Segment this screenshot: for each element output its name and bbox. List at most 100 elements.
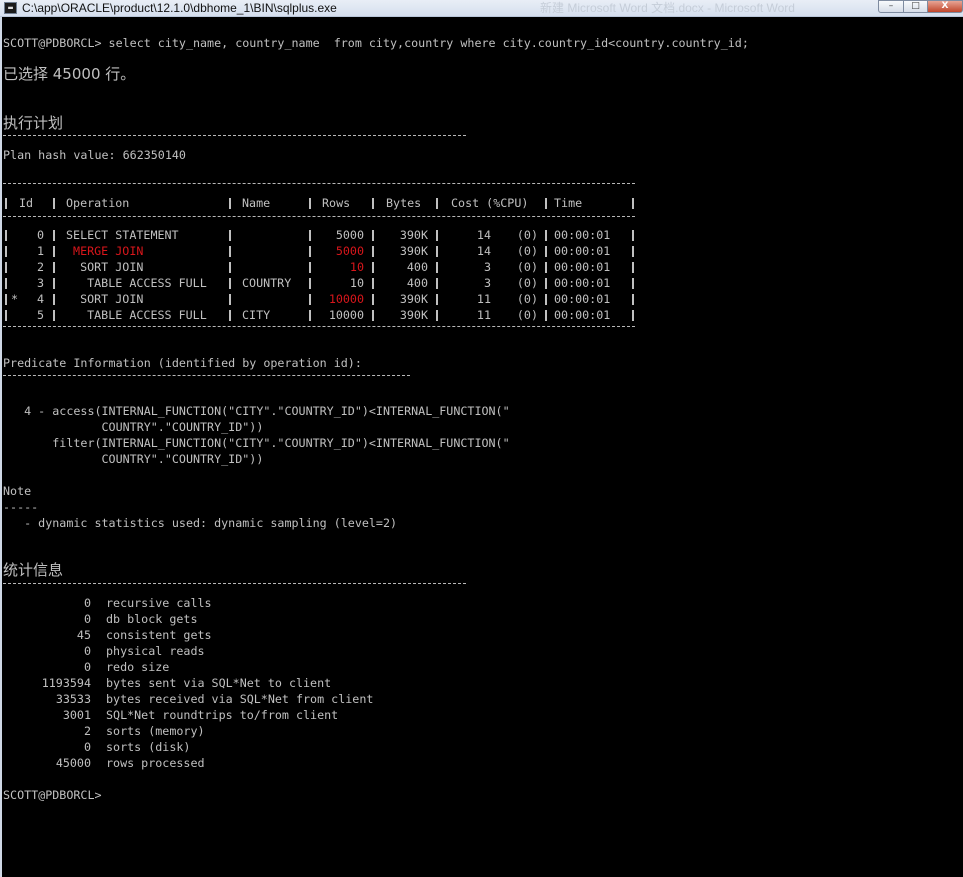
note-rule: ----- bbox=[3, 500, 39, 514]
predicate-heading: Predicate Information (identified by ope… bbox=[3, 356, 362, 370]
plan-header-id: Id bbox=[19, 196, 34, 210]
column-separator bbox=[229, 230, 231, 241]
plan-header-rows: Rows bbox=[322, 196, 351, 210]
column-separator bbox=[632, 262, 634, 273]
column-separator bbox=[229, 246, 231, 257]
plan-row-cost: 14 bbox=[476, 228, 491, 242]
plan-row-bytes: 390K bbox=[399, 244, 428, 258]
plan-header-name: Name bbox=[242, 196, 271, 210]
statistic-value: 0 bbox=[83, 660, 91, 674]
statistic-label: rows processed bbox=[106, 756, 205, 770]
column-separator bbox=[632, 294, 634, 305]
plan-row-rows: 10000 bbox=[328, 308, 364, 322]
column-separator bbox=[53, 246, 55, 257]
column-separator bbox=[545, 230, 547, 241]
column-separator bbox=[229, 278, 231, 289]
plan-row-rows: 10000 bbox=[328, 292, 364, 306]
plan-row-cost: 3 bbox=[483, 276, 491, 290]
column-separator bbox=[309, 198, 311, 209]
plan-row-time: 00:00:01 bbox=[554, 276, 611, 290]
predicate-line: COUNTRY"."COUNTRY_ID")) bbox=[3, 452, 264, 466]
console-app-icon: ▬ bbox=[4, 2, 17, 14]
minimize-button[interactable]: – bbox=[878, 0, 904, 13]
column-separator bbox=[436, 230, 438, 241]
column-separator bbox=[372, 262, 374, 273]
column-separator bbox=[229, 198, 231, 209]
column-separator bbox=[5, 278, 7, 289]
plan-row-id: 2 bbox=[36, 260, 44, 274]
column-separator bbox=[53, 310, 55, 321]
column-separator bbox=[309, 310, 311, 321]
plan-header-bytes: Bytes bbox=[386, 196, 422, 210]
plan-row-name: CITY bbox=[242, 308, 271, 322]
column-separator bbox=[545, 198, 547, 209]
statistic-label: physical reads bbox=[106, 644, 205, 658]
statistic-label: sorts (memory) bbox=[106, 724, 205, 738]
rows-selected-message: 已选择 45000 行。 bbox=[3, 65, 136, 83]
column-separator bbox=[545, 294, 547, 305]
plan-row-bytes: 400 bbox=[406, 260, 428, 274]
column-separator bbox=[436, 278, 438, 289]
maximize-button[interactable]: □ bbox=[903, 0, 928, 13]
statistic-value: 0 bbox=[83, 740, 91, 754]
column-separator bbox=[5, 294, 7, 305]
console-output[interactable]: SCOTT@PDBORCL> select city_name, country… bbox=[0, 17, 963, 877]
statistic-value: 45 bbox=[76, 628, 91, 642]
plan-row-cost: 11 bbox=[476, 292, 491, 306]
column-separator bbox=[309, 278, 311, 289]
plan-row-operation: TABLE ACCESS FULL bbox=[66, 308, 207, 322]
close-button[interactable]: X bbox=[927, 0, 963, 13]
statistic-label: db block gets bbox=[106, 612, 198, 626]
predicate-line: filter(INTERNAL_FUNCTION("CITY"."COUNTRY… bbox=[3, 436, 510, 450]
column-separator bbox=[632, 246, 634, 257]
plan-row-bytes: 390K bbox=[399, 292, 428, 306]
column-separator bbox=[229, 310, 231, 321]
note-heading: Note bbox=[3, 484, 32, 498]
column-separator bbox=[372, 294, 374, 305]
column-separator bbox=[632, 198, 634, 209]
plan-row-operation: SELECT STATEMENT bbox=[66, 228, 179, 242]
plan-row-cpu: (0) bbox=[516, 228, 538, 242]
plan-row-id: 3 bbox=[36, 276, 44, 290]
column-separator bbox=[632, 310, 634, 321]
plan-table-top-rule bbox=[3, 183, 635, 184]
plan-row-time: 00:00:01 bbox=[554, 308, 611, 322]
plan-row-cost: 3 bbox=[483, 260, 491, 274]
column-separator bbox=[545, 278, 547, 289]
plan-row-cost: 11 bbox=[476, 308, 491, 322]
column-separator bbox=[309, 262, 311, 273]
plan-row-time: 00:00:01 bbox=[554, 260, 611, 274]
column-separator bbox=[5, 230, 7, 241]
plan-row-cpu: (0) bbox=[516, 308, 538, 322]
plan-row-rows: 5000 bbox=[335, 244, 364, 258]
plan-row-id: 4 bbox=[36, 292, 44, 306]
predicate-line: COUNTRY"."COUNTRY_ID")) bbox=[3, 420, 264, 434]
window-titlebar[interactable]: ▬ C:\app\ORACLE\product\12.1.0\dbhome_1\… bbox=[0, 0, 963, 17]
column-separator bbox=[53, 198, 55, 209]
plan-hash-value: Plan hash value: 662350140 bbox=[3, 148, 186, 162]
column-separator bbox=[53, 262, 55, 273]
column-separator bbox=[229, 294, 231, 305]
statistics-rule bbox=[3, 583, 466, 584]
plan-row-operation: MERGE JOIN bbox=[66, 244, 144, 258]
query-command-line: SCOTT@PDBORCL> select city_name, country… bbox=[3, 36, 749, 50]
column-separator bbox=[309, 294, 311, 305]
plan-row-name: COUNTRY bbox=[242, 276, 292, 290]
column-separator bbox=[53, 230, 55, 241]
statistic-value: 0 bbox=[83, 644, 91, 658]
sql-prompt[interactable]: SCOTT@PDBORCL> bbox=[3, 787, 102, 803]
column-separator bbox=[372, 198, 374, 209]
statistic-label: recursive calls bbox=[106, 596, 212, 610]
column-separator bbox=[545, 262, 547, 273]
plan-row-cpu: (0) bbox=[516, 276, 538, 290]
statistic-label: consistent gets bbox=[106, 628, 212, 642]
statistic-label: redo size bbox=[106, 660, 170, 674]
predicate-rule bbox=[3, 375, 410, 376]
plan-row-operation: SORT JOIN bbox=[66, 260, 144, 274]
plan-row-cpu: (0) bbox=[516, 244, 538, 258]
plan-row-bytes: 400 bbox=[406, 276, 428, 290]
plan-row-rows: 5000 bbox=[335, 228, 364, 242]
plan-header-cost-cpu-: Cost (%CPU) bbox=[451, 196, 529, 210]
column-separator bbox=[372, 310, 374, 321]
statistic-label: bytes sent via SQL*Net to client bbox=[106, 676, 332, 690]
